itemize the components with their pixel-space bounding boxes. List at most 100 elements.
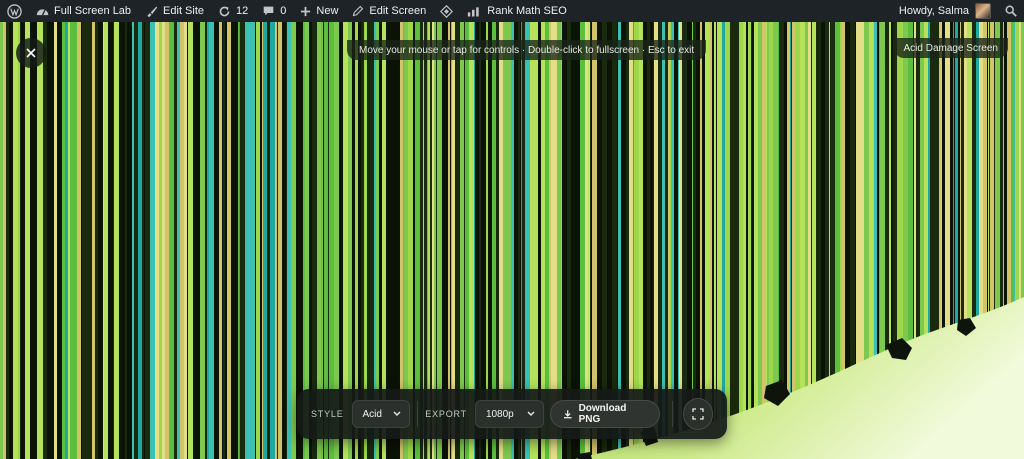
- stripe: [291, 22, 296, 459]
- download-png-button[interactable]: Download PNG: [550, 400, 660, 428]
- stripe: [25, 22, 30, 459]
- stripe: [260, 22, 262, 459]
- stripe: [159, 22, 162, 459]
- stripe: [82, 22, 84, 459]
- stripe: [145, 22, 147, 459]
- stripe: [95, 22, 98, 459]
- edit-site-label: Edit Site: [163, 5, 205, 17]
- pencil-icon: [353, 5, 364, 17]
- comments-count: 0: [280, 5, 287, 17]
- close-button[interactable]: [16, 38, 46, 68]
- screen-name-badge: Acid Damage Screen: [893, 38, 1008, 58]
- stripe: [138, 22, 142, 459]
- stripe: [103, 22, 104, 459]
- stripe: [72, 22, 77, 459]
- stripe: [225, 22, 227, 459]
- new-label: New: [316, 5, 339, 17]
- stripe: [21, 22, 25, 459]
- stripe: [38, 22, 43, 459]
- rank-math-menu[interactable]: Rank Math SEO: [460, 0, 573, 22]
- stripe: [15, 22, 18, 459]
- stripe: [156, 22, 159, 459]
- fullscreen-button[interactable]: [682, 398, 714, 430]
- stripe: [108, 22, 113, 459]
- my-account-menu[interactable]: Howdy, Salma: [892, 0, 998, 22]
- wordpress-logo-menu[interactable]: [0, 0, 29, 22]
- stripe: [144, 22, 145, 459]
- stripe: [256, 22, 260, 459]
- updates-icon: [219, 6, 230, 16]
- comments-link[interactable]: 0: [255, 0, 293, 22]
- edit-screen-link[interactable]: Edit Screen: [345, 0, 433, 22]
- stripe: [68, 22, 70, 459]
- diamond-plugin-link[interactable]: [433, 0, 460, 22]
- stripe: [223, 22, 225, 459]
- stripe: [142, 22, 144, 459]
- divider: [671, 401, 673, 427]
- stripe: [128, 22, 132, 459]
- stripe: [184, 22, 187, 459]
- export-value: 1080p: [485, 408, 514, 420]
- stripe: [81, 22, 82, 459]
- stripe: [89, 22, 92, 459]
- stripe: [19, 22, 20, 459]
- stripe: [748, 22, 751, 459]
- stripe: [127, 22, 128, 459]
- new-content-menu[interactable]: New: [293, 0, 345, 22]
- stripe: [18, 22, 19, 459]
- stripe: [286, 22, 287, 459]
- stripe: [239, 22, 240, 459]
- stripe: [743, 22, 745, 459]
- stripe: [125, 22, 127, 459]
- stripe: [197, 22, 200, 459]
- stripe: [33, 22, 37, 459]
- stripe: [758, 22, 762, 459]
- stripe: [51, 22, 54, 459]
- export-select[interactable]: 1080p: [474, 400, 545, 428]
- avatar: [975, 3, 991, 19]
- stripe: [0, 22, 3, 459]
- updates-count: 12: [236, 5, 249, 17]
- stripe: [214, 22, 219, 459]
- stripe: [282, 22, 286, 459]
- stripe: [207, 22, 209, 459]
- stripe: [155, 22, 156, 459]
- stripe: [70, 22, 72, 459]
- stripe: [730, 22, 735, 459]
- admin-search[interactable]: [998, 0, 1024, 22]
- edit-site-link[interactable]: Edit Site: [138, 0, 211, 22]
- stripe: [746, 22, 748, 459]
- stripe: [209, 22, 214, 459]
- brush-icon: [147, 6, 158, 17]
- stripe: [3, 22, 5, 459]
- stripe: [122, 22, 125, 459]
- style-label: STYLE: [311, 409, 344, 419]
- style-select[interactable]: Acid: [351, 400, 411, 428]
- stripe: [88, 22, 89, 459]
- stripe: [133, 22, 134, 459]
- stripe: [725, 22, 730, 459]
- download-icon: [564, 410, 572, 419]
- stripe: [205, 22, 207, 459]
- stripe: [219, 22, 222, 459]
- stripe: [262, 22, 263, 459]
- stripe: [169, 22, 174, 459]
- stripe: [54, 22, 57, 459]
- close-icon: [26, 48, 36, 58]
- stripe: [238, 22, 239, 459]
- site-name-menu[interactable]: Full Screen Lab: [29, 0, 138, 22]
- stripe: [267, 22, 270, 459]
- wordpress-icon: [7, 3, 22, 19]
- stripe: [62, 22, 65, 459]
- stripe: [5, 22, 6, 459]
- stripe: [245, 22, 250, 459]
- stripe: [240, 22, 242, 459]
- stripe: [754, 22, 758, 459]
- stripe: [751, 22, 752, 459]
- updates-link[interactable]: 12: [211, 0, 255, 22]
- stripe: [745, 22, 746, 459]
- stripe: [263, 22, 267, 459]
- stripe: [119, 22, 122, 459]
- rank-math-label: Rank Math SEO: [487, 5, 567, 17]
- stripe: [37, 22, 38, 459]
